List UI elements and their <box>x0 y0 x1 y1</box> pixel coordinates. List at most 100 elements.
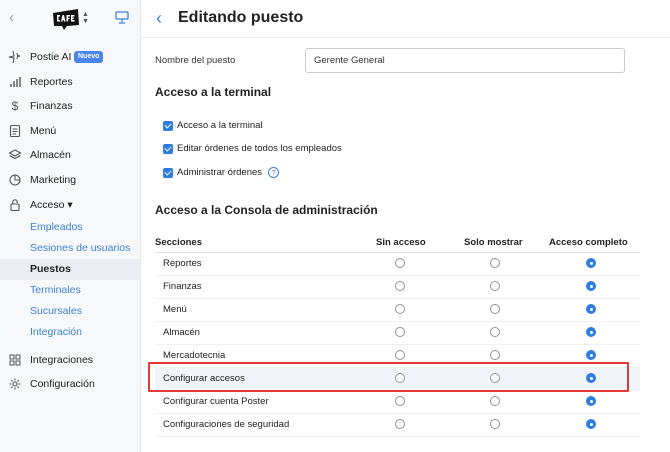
radio-full-access-selected[interactable] <box>586 281 596 291</box>
sidebar-item-label: Configuración <box>30 378 95 390</box>
sidebar-subitem-puestos[interactable]: Puestos <box>0 259 141 280</box>
sidebar-item-finanzas[interactable]: $ Finanzas <box>0 95 141 117</box>
pos-terminal-icon[interactable] <box>115 11 129 24</box>
sidebar-item-acceso[interactable]: Acceso ▾ <box>0 194 141 216</box>
layers-icon <box>8 149 22 160</box>
sidebar-subitem-integracion[interactable]: Integración <box>0 322 141 343</box>
radio-no-access[interactable] <box>395 258 405 268</box>
help-question-icon[interactable]: ? <box>268 167 280 178</box>
row-label: Configuraciones de seguridad <box>163 419 290 430</box>
sidebar-subitem-label: Puestos <box>30 263 71 275</box>
highlight-annotation-box <box>148 362 629 392</box>
row-label: Menú <box>163 304 187 315</box>
sidebar-item-reportes[interactable]: Reportes <box>0 71 141 93</box>
account-switch-caret-icon[interactable]: ▲ ▼ <box>82 11 89 25</box>
radio-no-access[interactable] <box>395 327 405 337</box>
checkbox-checked[interactable] <box>163 143 173 154</box>
sidebar-item-almacen[interactable]: Almacén <box>0 144 141 166</box>
radio-no-access[interactable] <box>395 396 405 406</box>
gear-icon <box>9 378 21 390</box>
sidebar-subitem-label: Sucursales <box>30 305 82 317</box>
table-row: Reportes <box>155 253 640 276</box>
table-row: Menú <box>155 299 640 322</box>
manage-orders-checkbox-row[interactable]: Administrar órdenes ? <box>163 167 280 178</box>
radio-view-only[interactable] <box>490 350 500 360</box>
checkbox-checked[interactable] <box>163 120 173 131</box>
sidebar-item-marketing[interactable]: Marketing <box>0 169 141 191</box>
new-badge: Nuevo <box>74 51 104 63</box>
table-row: Configurar cuenta Poster <box>155 391 640 414</box>
sidebar-item-label: Reportes <box>30 76 73 88</box>
radio-no-access[interactable] <box>395 419 405 429</box>
sidebar-item-label: Integraciones <box>30 354 94 366</box>
checkbox-label: Administrar órdenes <box>177 167 263 178</box>
radio-no-access[interactable] <box>395 304 405 314</box>
radio-view-only[interactable] <box>490 304 500 314</box>
sidebar-item-label: Acceso ▾ <box>30 199 73 211</box>
column-header-sections: Secciones <box>155 237 202 248</box>
row-label: Configurar cuenta Poster <box>163 396 269 407</box>
sparkle-icon <box>8 50 21 64</box>
position-name-label: Nombre del puesto <box>155 55 236 66</box>
radio-full-access-selected[interactable] <box>586 350 596 360</box>
app: ‹ ▲ ▼ Postie AI Nuevo Reportes $ Finanza… <box>0 0 670 452</box>
sidebar-subitem-empleados[interactable]: Empleados <box>0 217 141 238</box>
sidebar-item-label: Menú <box>30 125 57 137</box>
sidebar-subitem-label: Empleados <box>30 221 83 233</box>
column-header-view-only: Solo mostrar <box>464 237 523 248</box>
radio-full-access-selected[interactable] <box>586 419 596 429</box>
lock-icon <box>10 199 20 212</box>
sidebar-item-label: Marketing <box>30 174 77 186</box>
console-section-title: Acceso a la Consola de administración <box>155 203 378 217</box>
bar-chart-icon <box>10 77 21 87</box>
radio-view-only[interactable] <box>490 281 500 291</box>
sidebar-item-configuracion[interactable]: Configuración <box>0 373 141 395</box>
radio-view-only[interactable] <box>490 327 500 337</box>
sidebar-item-menu[interactable]: Menú <box>0 120 141 142</box>
collapse-chevron-icon[interactable]: ‹ <box>9 10 14 25</box>
sidebar-subitem-sucursales[interactable]: Sucursales <box>0 301 141 322</box>
sidebar-item-integraciones[interactable]: Integraciones <box>0 349 141 371</box>
column-header-no-access: Sin acceso <box>376 237 426 248</box>
main-content: ‹ Editando puesto Nombre del puesto Acce… <box>141 0 670 452</box>
edit-all-orders-checkbox-row[interactable]: Editar órdenes de todos los empleados <box>163 143 342 154</box>
radio-view-only[interactable] <box>490 419 500 429</box>
table-row: Almacén <box>155 322 640 345</box>
radio-full-access-selected[interactable] <box>586 327 596 337</box>
radio-view-only[interactable] <box>490 396 500 406</box>
sidebar: ‹ ▲ ▼ Postie AI Nuevo Reportes $ Finanza… <box>0 0 141 452</box>
row-label: Mercadotecnia <box>163 350 226 361</box>
sidebar-subitem-label: Sesiones de usuarios <box>30 242 131 254</box>
back-arrow-icon[interactable]: ‹ <box>156 9 162 27</box>
table-row: Configuraciones de seguridad <box>155 414 640 437</box>
sidebar-item-label: Finanzas <box>30 100 73 112</box>
row-label: Almacén <box>163 327 200 338</box>
checkbox-label: Acceso a la terminal <box>177 120 263 131</box>
sidebar-subitem-terminales[interactable]: Terminales <box>0 280 141 301</box>
terminal-section-title: Acceso a la terminal <box>155 85 272 99</box>
radio-full-access-selected[interactable] <box>586 396 596 406</box>
document-icon <box>9 124 21 138</box>
radio-no-access[interactable] <box>395 281 405 291</box>
terminal-access-checkbox-row[interactable]: Acceso a la terminal <box>163 120 263 131</box>
row-label: Finanzas <box>163 281 202 292</box>
sidebar-subitem-label: Integración <box>30 326 82 338</box>
radio-full-access-selected[interactable] <box>586 304 596 314</box>
radio-view-only[interactable] <box>490 258 500 268</box>
sidebar-item-postie-ai[interactable]: Postie AI Nuevo <box>0 46 141 68</box>
row-label: Reportes <box>163 258 202 269</box>
radio-no-access[interactable] <box>395 350 405 360</box>
checkbox-checked[interactable] <box>163 167 173 178</box>
position-name-input[interactable] <box>305 48 625 73</box>
header-divider <box>141 37 670 38</box>
sidebar-subitem-sesiones[interactable]: Sesiones de usuarios <box>0 238 141 259</box>
sidebar-item-label: Postie AI <box>30 51 72 63</box>
sidebar-header: ‹ ▲ ▼ <box>0 0 140 38</box>
table-row: Finanzas <box>155 276 640 299</box>
dollar-icon: $ <box>11 99 19 113</box>
page-title: Editando puesto <box>178 9 304 26</box>
pie-chart-icon <box>9 174 21 186</box>
radio-full-access-selected[interactable] <box>586 258 596 268</box>
grid-icon <box>9 354 21 366</box>
cafe-logo-icon[interactable] <box>51 7 81 31</box>
